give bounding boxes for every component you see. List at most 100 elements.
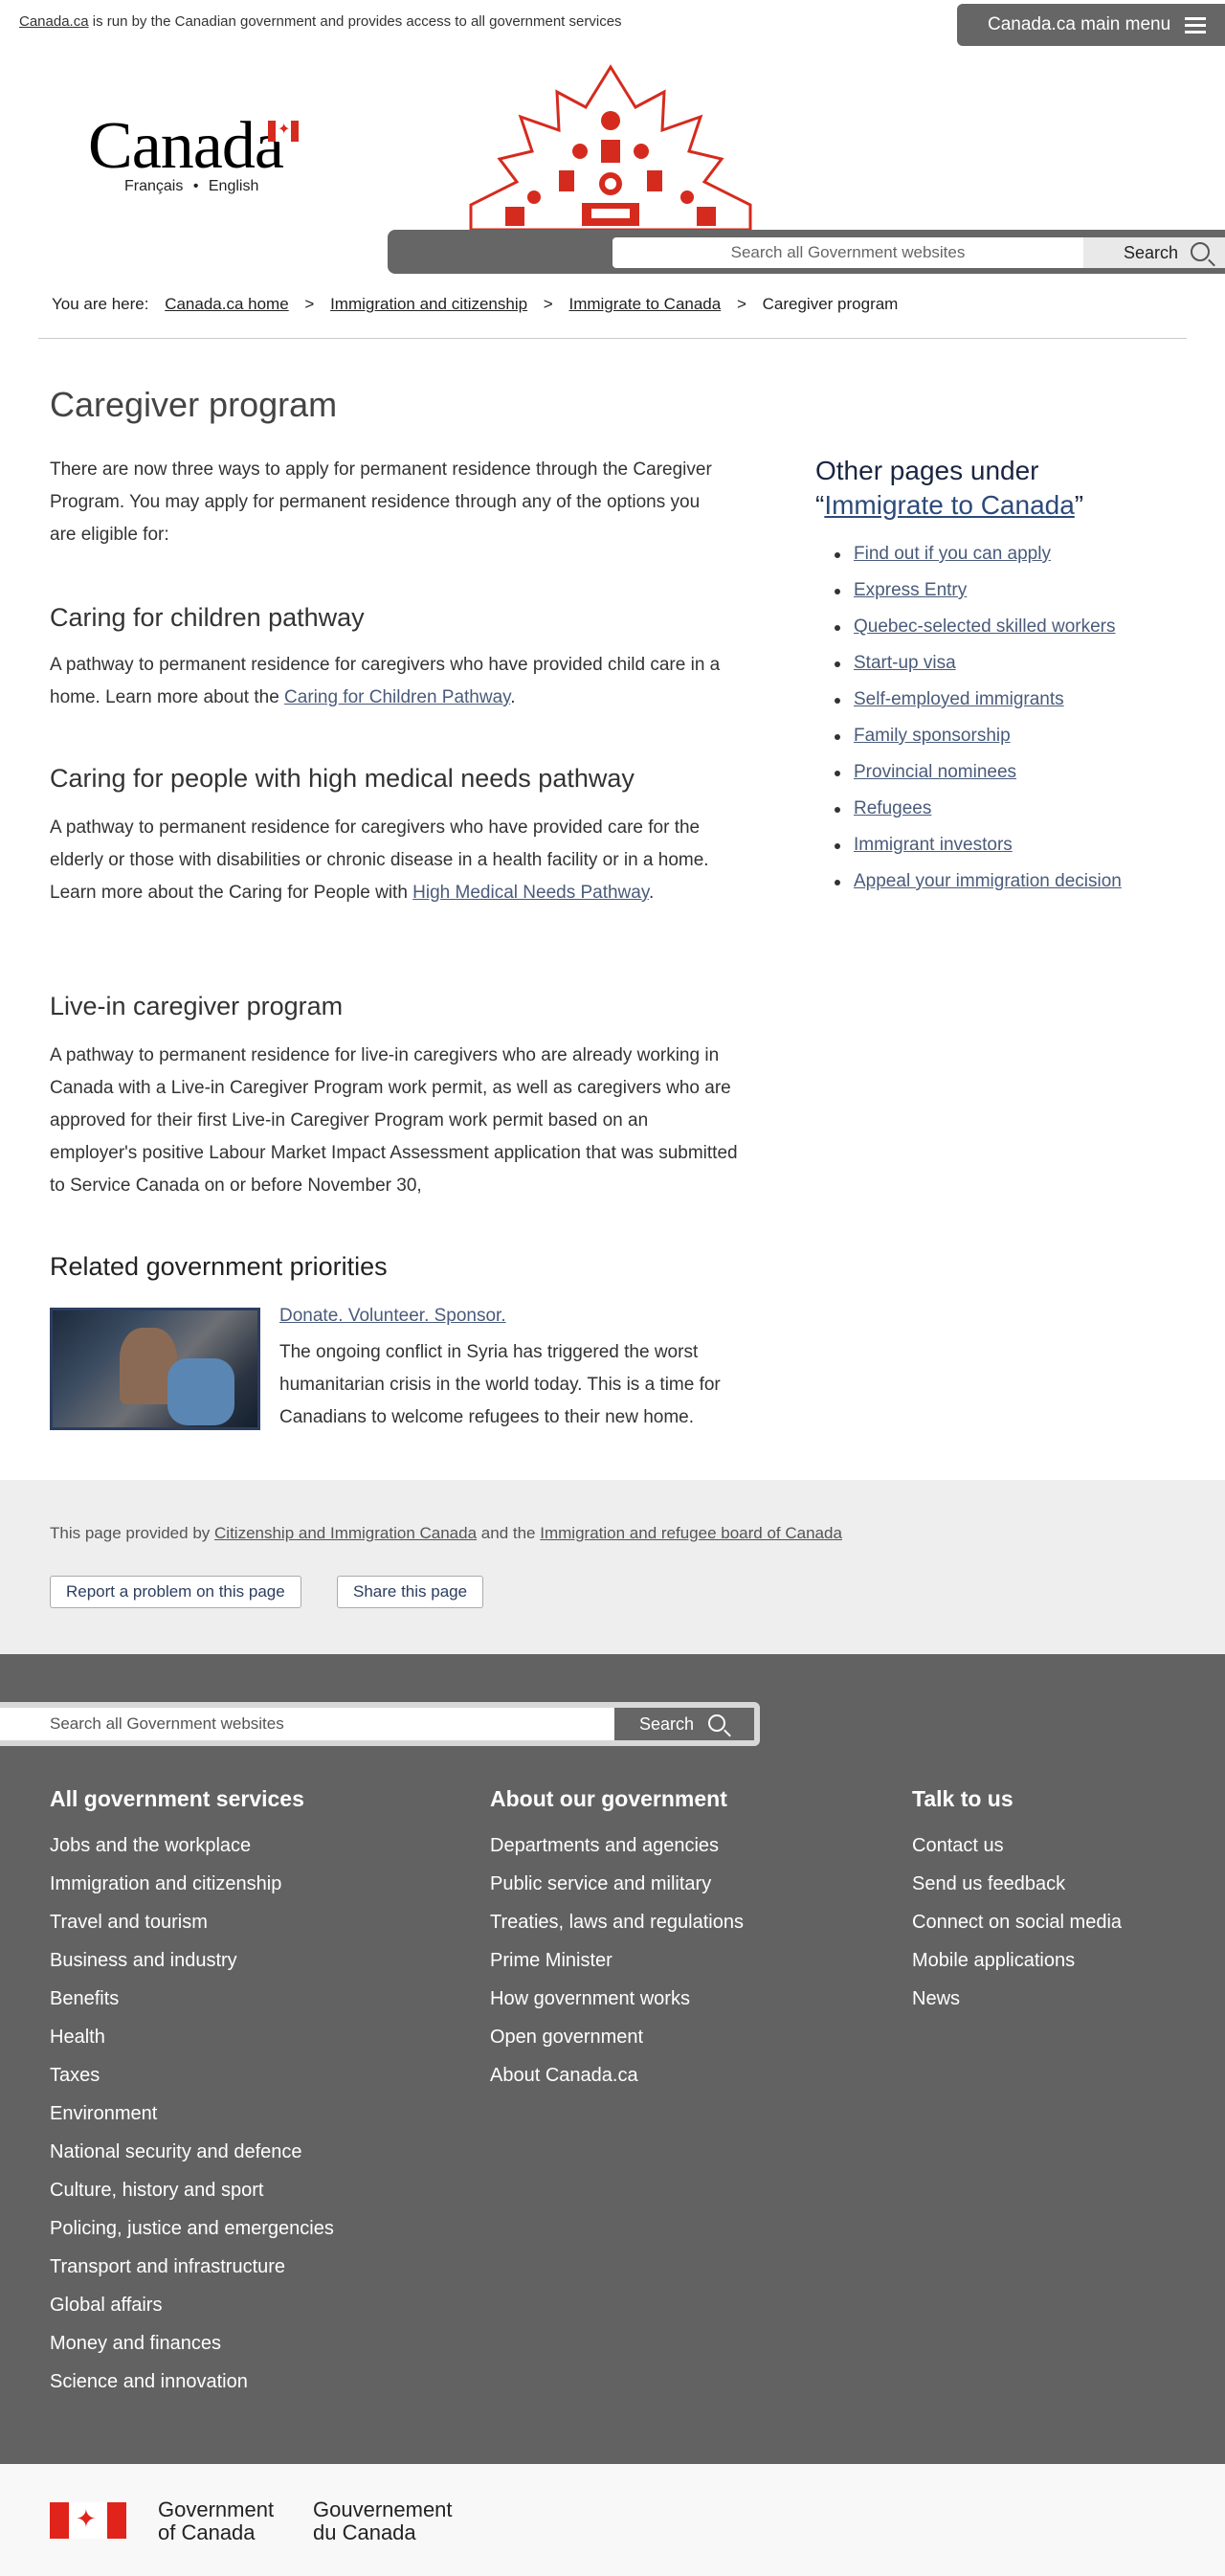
footer-link-label[interactable]: Global affairs [50,2295,162,2316]
related-priorities-text: The ongoing conflict in Syria has trigge… [279,1342,721,1427]
sidebar-item: Appeal your immigration decision [835,865,1122,902]
footer-link-label[interactable]: Mobile applications [912,1950,1075,1971]
footer-link[interactable]: About Canada.ca [490,2063,744,2101]
footer-link[interactable]: Science and innovation [50,2369,334,2408]
footer-link-label[interactable]: Send us feedback [912,1873,1065,1894]
footer-link-label[interactable]: Prime Minister [490,1950,612,1971]
header-search-input[interactable]: Search all Government websites [612,237,1083,268]
footer-link[interactable]: Transport and infrastructure [50,2254,334,2293]
canada-flag-icon [50,2502,126,2539]
syria-refugees-image[interactable] [50,1308,260,1430]
government-of-canada-en: Government of Canada [158,2498,274,2544]
footer-link[interactable]: Treaties, laws and regulations [490,1910,744,1948]
sidebar-heading-link[interactable]: Immigrate to Canada [824,490,1074,520]
footer-link[interactable]: Departments and agencies [490,1833,744,1871]
footer-link[interactable]: Culture, history and sport [50,2178,334,2216]
footer-col-about: About our government Departments and age… [490,1786,744,2101]
sidebar-link-self-employed[interactable]: Self-employed immigrants [854,689,1064,709]
footer-link[interactable]: Jobs and the workplace [50,1833,334,1871]
footer-link-label[interactable]: Contact us [912,1835,1004,1856]
footer-link-label[interactable]: Policing, justice and emergencies [50,2218,334,2239]
canada-ca-link[interactable]: Canada.ca [19,13,89,30]
donate-volunteer-sponsor-link[interactable]: Donate. Volunteer. Sponsor. [279,1306,506,1327]
footer-link[interactable]: Contact us [912,1833,1122,1871]
sidebar-item: Quebec-selected skilled workers [835,611,1122,647]
sidebar-item: Find out if you can apply [835,538,1122,574]
footer-link[interactable]: Public service and military [490,1871,744,1910]
francais-link[interactable]: Français [124,178,183,194]
footer-link-label[interactable]: Connect on social media [912,1912,1122,1933]
high-medical-needs-link[interactable]: High Medical Needs Pathway [412,883,649,903]
footer-link-label[interactable]: Taxes [50,2065,100,2086]
sidebar-link-investors[interactable]: Immigrant investors [854,835,1013,855]
site-footer: Search all Government websites Search Al… [0,1654,1225,2464]
footer-link[interactable]: Environment [50,2101,334,2139]
breadcrumb-separator: > [543,295,553,313]
main-menu-button[interactable]: Canada.ca main menu [957,4,1225,46]
footer-link[interactable]: Prime Minister [490,1948,744,1986]
footer-link-label[interactable]: Travel and tourism [50,1912,208,1933]
sidebar-link-find-out[interactable]: Find out if you can apply [854,544,1051,564]
footer-link-label[interactable]: Transport and infrastructure [50,2256,285,2277]
footer-link-label[interactable]: How government works [490,1988,690,2009]
footer-link[interactable]: How government works [490,1986,744,2025]
footer-search-button-label: Search [639,1714,695,1734]
breadcrumb-item-immigrate[interactable]: Immigrate to Canada [568,295,721,313]
footer-link-label[interactable]: Public service and military [490,1873,711,1894]
footer-link-label[interactable]: Business and industry [50,1950,237,1971]
footer-link-label[interactable]: Departments and agencies [490,1835,719,1856]
footer-link-label[interactable]: About Canada.ca [490,2065,638,2086]
footer-link[interactable]: Open government [490,2025,744,2063]
sidebar-link-express-entry[interactable]: Express Entry [854,580,967,600]
footer-link-label[interactable]: National security and defence [50,2141,302,2162]
sidebar-link-family[interactable]: Family sponsorship [854,726,1011,746]
footer-link[interactable]: Immigration and citizenship [50,1871,334,1910]
footer-link[interactable]: News [912,1986,1122,2025]
footer-link-label[interactable]: Money and finances [50,2333,221,2354]
sidebar-link-appeal[interactable]: Appeal your immigration decision [854,871,1122,891]
footer-link-label[interactable]: News [912,1988,960,2009]
footer-link[interactable]: Policing, justice and emergencies [50,2216,334,2254]
footer-search-button[interactable]: Search [614,1708,754,1740]
sidebar-link-startup-visa[interactable]: Start-up visa [854,653,956,673]
breadcrumb-item-home[interactable]: Canada.ca home [165,295,288,313]
cic-link[interactable]: Citizenship and Immigration Canada [214,1524,477,1542]
footer-link[interactable]: Send us feedback [912,1871,1122,1910]
footer-link[interactable]: Taxes [50,2063,334,2101]
footer-link[interactable]: Travel and tourism [50,1910,334,1948]
report-problem-button[interactable]: Report a problem on this page [50,1576,301,1608]
footer-link[interactable]: Money and finances [50,2331,334,2369]
footer-link[interactable]: Global affairs [50,2293,334,2331]
header-search-button[interactable]: Search [1083,237,1225,268]
page-title: Caregiver program [50,385,338,424]
footer-link-label[interactable]: Environment [50,2103,157,2124]
footer-link-label[interactable]: Open government [490,2027,643,2048]
sidebar-link-quebec[interactable]: Quebec-selected skilled workers [854,616,1116,637]
related-priorities-heading: Related government priorities [50,1252,388,1281]
sidebar-link-refugees[interactable]: Refugees [854,798,931,818]
canada-wordmark[interactable]: Canada [88,113,284,180]
footer-link[interactable]: Mobile applications [912,1948,1122,1986]
footer-link-label[interactable]: Culture, history and sport [50,2180,263,2201]
caring-for-children-link[interactable]: Caring for Children Pathway [284,687,510,707]
sidebar-item: Provincial nominees [835,756,1122,793]
footer-link[interactable]: Connect on social media [912,1910,1122,1948]
footer-link-label[interactable]: Treaties, laws and regulations [490,1912,744,1933]
footer-link-label[interactable]: Immigration and citizenship [50,1873,281,1894]
footer-search-input[interactable]: Search all Government websites [0,1708,614,1740]
share-page-button[interactable]: Share this page [337,1576,484,1608]
search-icon [1191,242,1210,261]
intro-paragraph: There are now three ways to apply for pe… [50,459,712,545]
footer-link-label[interactable]: Benefits [50,1988,119,2009]
breadcrumb-item-immigration[interactable]: Immigration and citizenship [330,295,527,313]
footer-link-label[interactable]: Science and innovation [50,2371,248,2392]
footer-link[interactable]: National security and defence [50,2139,334,2178]
footer-link[interactable]: Health [50,2025,334,2063]
footer-link-label[interactable]: Health [50,2027,105,2048]
irb-link[interactable]: Immigration and refugee board of Canada [540,1524,842,1542]
footer-link[interactable]: Business and industry [50,1948,334,1986]
english-link[interactable]: English [209,178,258,194]
footer-link[interactable]: Benefits [50,1986,334,2025]
footer-link-label[interactable]: Jobs and the workplace [50,1835,251,1856]
sidebar-link-provincial[interactable]: Provincial nominees [854,762,1016,782]
